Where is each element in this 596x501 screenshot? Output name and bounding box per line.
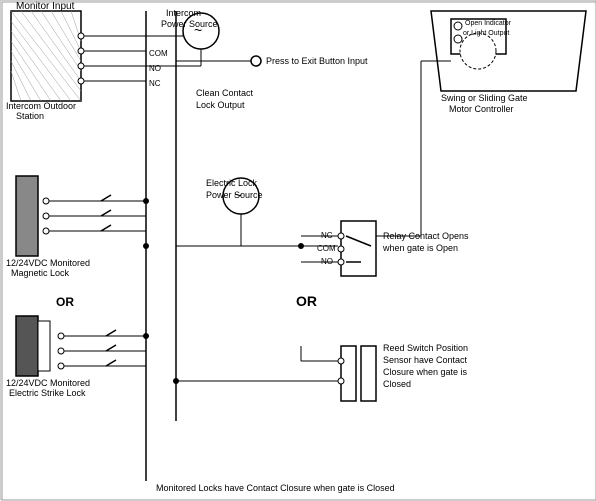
svg-text:Monitored Locks have Contact C: Monitored Locks have Contact Closure whe…: [156, 483, 395, 493]
svg-text:Press to Exit Button Input: Press to Exit Button Input: [266, 56, 368, 66]
svg-text:COM: COM: [149, 49, 168, 58]
svg-text:Sensor have Contact: Sensor have Contact: [383, 355, 468, 365]
svg-text:Monitor Input: Monitor Input: [16, 1, 75, 12]
svg-text:Reed Switch Position: Reed Switch Position: [383, 343, 468, 353]
svg-text:Power Source: Power Source: [206, 190, 263, 200]
wiring-diagram: Monitor Input Intercom Outdoor Station ~…: [0, 0, 596, 500]
svg-text:NO: NO: [149, 64, 161, 73]
svg-text:Magnetic Lock: Magnetic Lock: [11, 268, 70, 278]
svg-text:Intercom: Intercom: [166, 8, 201, 18]
svg-text:Power Source: Power Source: [161, 19, 218, 29]
svg-text:Lock Output: Lock Output: [196, 100, 245, 110]
svg-text:Motor Controller: Motor Controller: [449, 104, 514, 114]
svg-text:12/24VDC Monitored: 12/24VDC Monitored: [6, 258, 90, 268]
svg-text:12/24VDC Monitored: 12/24VDC Monitored: [6, 378, 90, 388]
svg-text:Open Indicator: Open Indicator: [465, 20, 512, 27]
svg-text:Electric Strike Lock: Electric Strike Lock: [9, 388, 86, 398]
svg-text:Swing or Sliding Gate: Swing or Sliding Gate: [441, 93, 528, 103]
svg-text:COM: COM: [317, 244, 336, 253]
svg-text:NC: NC: [149, 79, 161, 88]
svg-text:Intercom Outdoor: Intercom Outdoor: [6, 101, 76, 111]
svg-text:when gate is Open: when gate is Open: [382, 243, 458, 253]
svg-text:Electric Lock: Electric Lock: [206, 178, 258, 188]
svg-text:or Light Output: or Light Output: [463, 30, 509, 37]
svg-text:OR: OR: [56, 295, 74, 309]
svg-text:Closure when gate is: Closure when gate is: [383, 367, 468, 377]
svg-text:Station: Station: [16, 111, 44, 121]
svg-text:Closed: Closed: [383, 379, 411, 389]
svg-text:OR: OR: [296, 293, 317, 309]
svg-text:Clean Contact: Clean Contact: [196, 88, 254, 98]
